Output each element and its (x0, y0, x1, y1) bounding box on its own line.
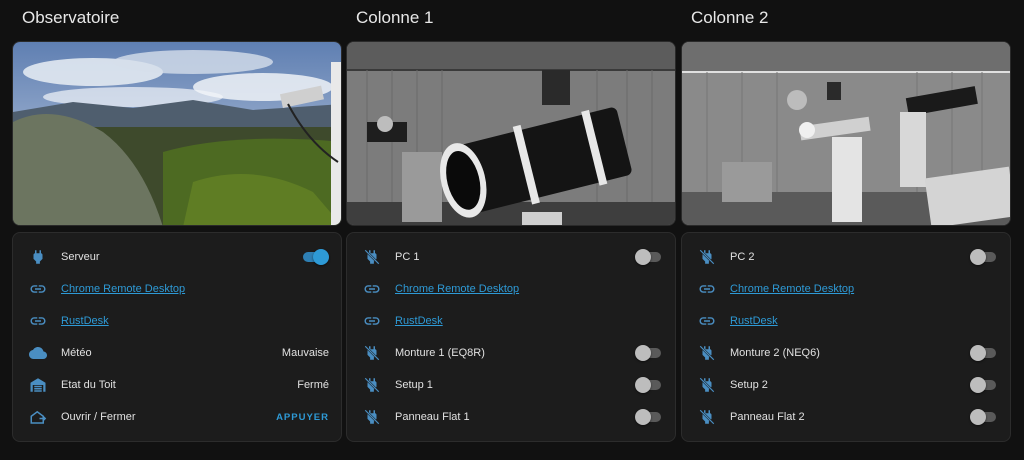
chrome-remote-desktop-link[interactable]: Chrome Remote Desktop (61, 283, 185, 295)
column-title: Colonne 2 (691, 8, 769, 27)
rustdesk-link[interactable]: RustDesk (61, 315, 109, 327)
toggle-knob (313, 249, 329, 265)
camera-feed-observatoire[interactable] (12, 41, 342, 226)
row-panneau-flat-2: Panneau Flat 2 (682, 401, 1010, 433)
row-label: Météo (61, 347, 92, 359)
row-label: Panneau Flat 2 (730, 411, 805, 423)
toggle-knob (970, 345, 986, 361)
row-rustdesk: RustDesk (682, 305, 1010, 337)
power-plug-off-icon (363, 376, 381, 394)
row-setup-2: Setup 2 (682, 369, 1010, 401)
panneau-flat-2-toggle[interactable] (970, 409, 996, 425)
chrome-remote-desktop-link[interactable]: Chrome Remote Desktop (730, 283, 854, 295)
column-title: Observatoire (22, 8, 120, 27)
link-icon (29, 280, 47, 298)
row-label: Etat du Toit (61, 379, 116, 391)
row-label: Setup 1 (395, 379, 433, 391)
camera-image (13, 42, 341, 225)
power-plug-icon (29, 248, 47, 266)
power-plug-off-icon (698, 344, 716, 362)
toggle-knob (635, 345, 651, 361)
power-plug-off-icon (363, 248, 381, 266)
panneau-flat-1-toggle[interactable] (635, 409, 661, 425)
rustdesk-link[interactable]: RustDesk (730, 315, 778, 327)
camera-image (682, 42, 1010, 225)
row-pc-2: PC 2 (682, 241, 1010, 273)
appuyer-button[interactable]: APPUYER (276, 412, 329, 423)
row-rustdesk: RustDesk (347, 305, 675, 337)
pc-1-toggle[interactable] (635, 249, 661, 265)
camera-feed-colonne-1[interactable] (346, 41, 676, 226)
link-icon (698, 280, 716, 298)
card-observatoire: Serveur Chrome Remote Desktop RustDesk M… (12, 232, 342, 442)
row-label: PC 1 (395, 251, 420, 263)
setup-2-toggle[interactable] (970, 377, 996, 393)
power-plug-off-icon (363, 344, 381, 362)
link-icon (698, 312, 716, 330)
monture-1-toggle[interactable] (635, 345, 661, 361)
row-chrome-remote: Chrome Remote Desktop (13, 273, 341, 305)
toit-value: Fermé (297, 379, 329, 391)
row-label: PC 2 (730, 251, 755, 263)
row-label: Monture 1 (EQ8R) (395, 347, 485, 359)
cloud-icon (29, 344, 47, 362)
toggle-knob (970, 377, 986, 393)
row-chrome-remote: Chrome Remote Desktop (347, 273, 675, 305)
row-label: Ouvrir / Fermer (61, 411, 136, 423)
link-icon (29, 312, 47, 330)
card-colonne-1: PC 1 Chrome Remote Desktop RustDesk Mont… (346, 232, 676, 442)
row-panneau-flat-1: Panneau Flat 1 (347, 401, 675, 433)
row-meteo: Météo Mauvaise (13, 337, 341, 369)
row-serveur: Serveur (13, 241, 341, 273)
power-plug-off-icon (363, 408, 381, 426)
camera-feed-colonne-2[interactable] (681, 41, 1011, 226)
setup-1-toggle[interactable] (635, 377, 661, 393)
meteo-value: Mauvaise (281, 347, 329, 359)
power-plug-off-icon (698, 248, 716, 266)
rustdesk-link[interactable]: RustDesk (395, 315, 443, 327)
column-title: Colonne 1 (356, 8, 434, 27)
power-plug-off-icon (698, 376, 716, 394)
row-label: Panneau Flat 1 (395, 411, 470, 423)
camera-image (347, 42, 675, 225)
row-label: Setup 2 (730, 379, 768, 391)
row-chrome-remote: Chrome Remote Desktop (682, 273, 1010, 305)
link-icon (363, 312, 381, 330)
toggle-knob (970, 249, 986, 265)
power-plug-off-icon (698, 408, 716, 426)
garage-icon (29, 376, 47, 394)
toggle-knob (635, 249, 651, 265)
row-setup-1: Setup 1 (347, 369, 675, 401)
home-export-icon (29, 408, 47, 426)
row-pc-1: PC 1 (347, 241, 675, 273)
toggle-knob (635, 409, 651, 425)
chrome-remote-desktop-link[interactable]: Chrome Remote Desktop (395, 283, 519, 295)
serveur-toggle[interactable] (303, 249, 329, 265)
row-etat-toit: Etat du Toit Fermé (13, 369, 341, 401)
toggle-knob (970, 409, 986, 425)
monture-2-toggle[interactable] (970, 345, 996, 361)
toggle-knob (635, 377, 651, 393)
row-ouvrir-fermer: Ouvrir / Fermer APPUYER (13, 401, 341, 433)
row-monture-1: Monture 1 (EQ8R) (347, 337, 675, 369)
row-rustdesk: RustDesk (13, 305, 341, 337)
pc-2-toggle[interactable] (970, 249, 996, 265)
row-label: Serveur (61, 251, 100, 263)
row-monture-2: Monture 2 (NEQ6) (682, 337, 1010, 369)
card-colonne-2: PC 2 Chrome Remote Desktop RustDesk Mont… (681, 232, 1011, 442)
row-label: Monture 2 (NEQ6) (730, 347, 820, 359)
link-icon (363, 280, 381, 298)
